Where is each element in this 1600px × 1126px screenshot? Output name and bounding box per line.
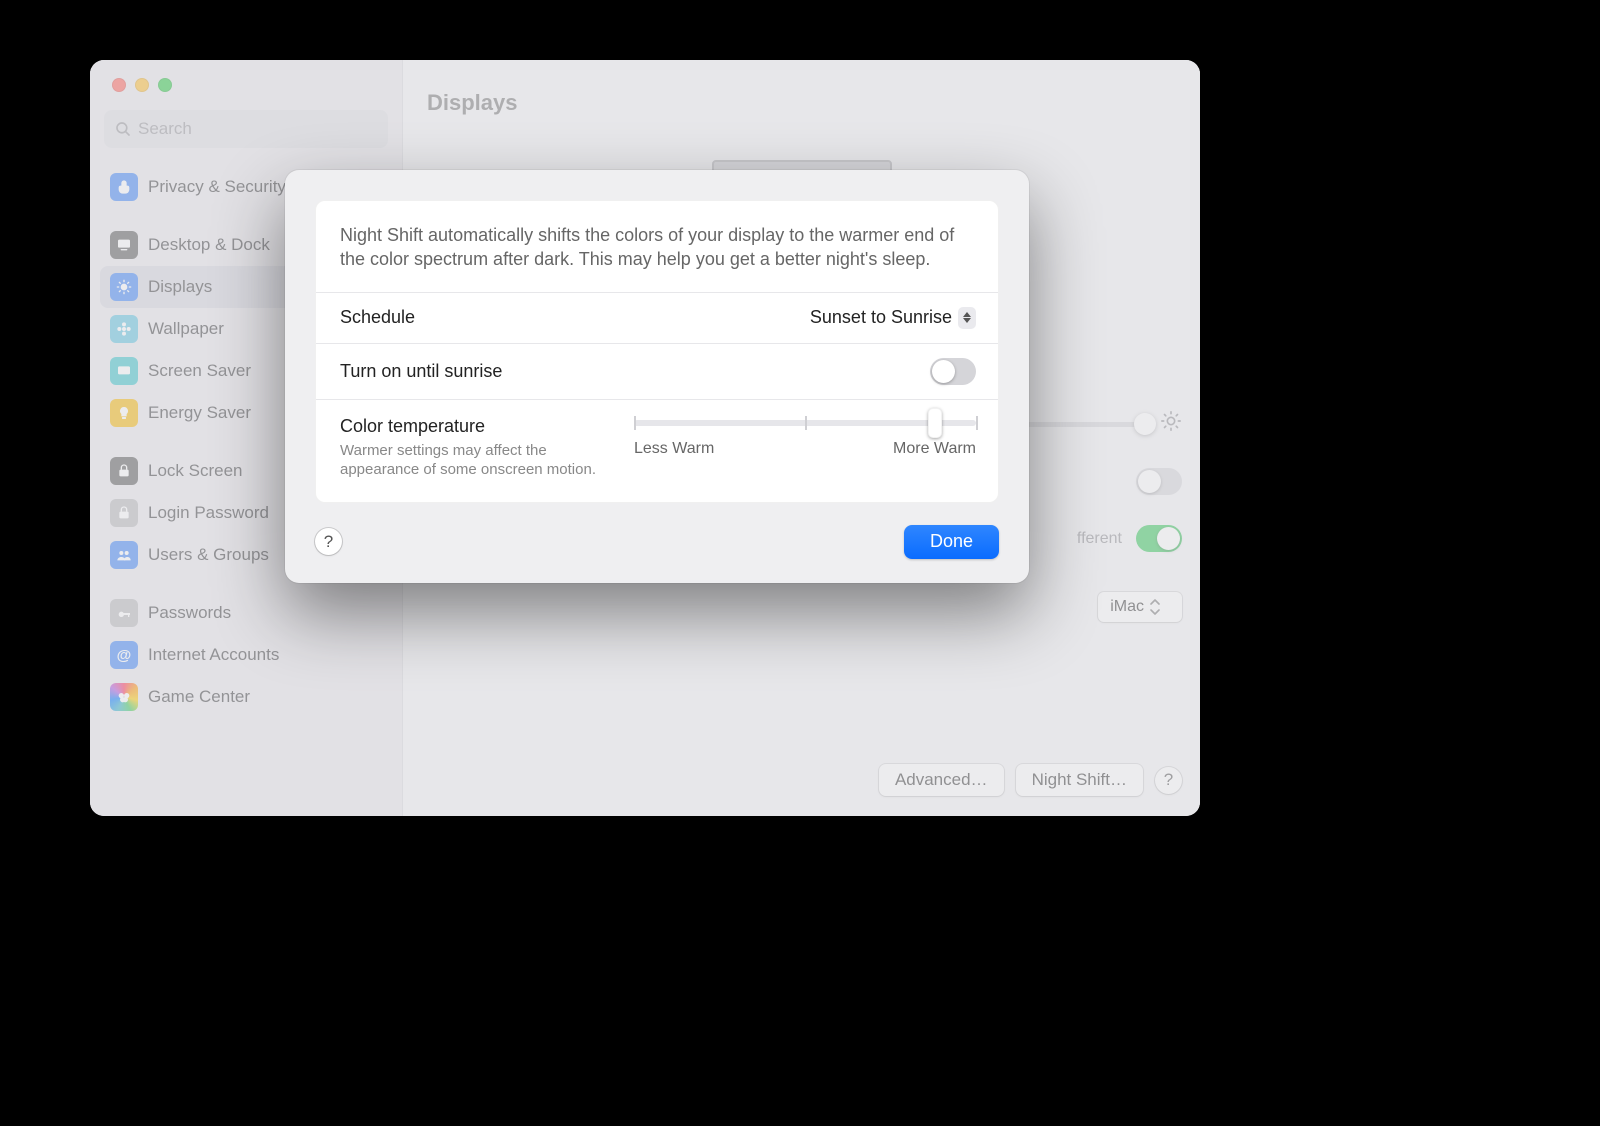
sidebar-item-label: Passwords [148,603,231,623]
sidebar-item-label: Game Center [148,687,250,707]
true-tone-toggle[interactable] [1136,525,1182,552]
sidebar-item-label: Users & Groups [148,545,269,565]
help-button[interactable]: ? [315,528,342,555]
sidebar-item-internet-accounts[interactable]: @ Internet Accounts [100,634,392,676]
schedule-value: Sunset to Sunrise [810,307,952,328]
sidebar-item-label: Login Password [148,503,269,523]
color-temperature-row: Color temperature Warmer settings may af… [316,400,998,502]
sidebar-item-label: Energy Saver [148,403,251,423]
brightness-icon [1160,410,1182,438]
schedule-label: Schedule [340,307,415,328]
schedule-row: Schedule Sunset to Sunrise [316,293,998,344]
manual-row: Turn on until sunrise [316,344,998,400]
sidebar-item-game-center[interactable]: Game Center [100,676,392,718]
sidebar-item-label: Displays [148,277,212,297]
at-icon: @ [110,641,138,669]
help-icon: ? [1164,770,1173,790]
close-icon[interactable] [112,78,126,92]
minimize-icon[interactable] [135,78,149,92]
screensaver-icon [110,357,138,385]
bulb-icon [110,399,138,427]
manual-toggle[interactable] [930,358,976,385]
slider-knob[interactable] [1134,413,1156,435]
advanced-button[interactable]: Advanced… [879,764,1004,796]
sheet-footer: ? Done [285,525,1029,583]
temp-sublabel: Warmer settings may affect the appearanc… [340,441,610,480]
temp-min-label: Less Warm [634,440,714,458]
temp-slider[interactable] [634,420,976,426]
sidebar-item-label: Lock Screen [148,461,243,481]
sheet-body: Night Shift automatically shifts the col… [315,200,999,503]
footer-buttons: Advanced… Night Shift… ? [879,764,1182,796]
temp-label-block: Color temperature Warmer settings may af… [340,416,610,480]
sidebar-item-label: Wallpaper [148,319,224,339]
window-controls [90,78,402,92]
chevron-updown-icon [958,307,976,329]
flower-icon [110,315,138,343]
lock-icon [110,499,138,527]
sun-icon [110,273,138,301]
gc-icon [110,683,138,711]
night-shift-button[interactable]: Night Shift… [1016,764,1143,796]
button-label: Advanced… [895,770,988,790]
help-icon: ? [324,532,333,552]
help-button[interactable]: ? [1155,767,1182,794]
popup-value: iMac [1110,598,1144,616]
temp-max-label: More Warm [893,440,976,458]
search-icon [114,120,132,138]
search-input[interactable]: Search [104,110,388,148]
hand-icon [110,173,138,201]
desktop-icon [110,231,138,259]
zoom-icon[interactable] [158,78,172,92]
sidebar-item-passwords[interactable]: Passwords [100,592,392,634]
key-icon [110,599,138,627]
night-shift-sheet: Night Shift automatically shifts the col… [285,170,1029,583]
lock-icon [110,457,138,485]
slider-knob[interactable] [928,408,942,438]
play-sound-popup[interactable]: iMac [1098,592,1182,622]
temp-label: Color temperature [340,416,610,437]
schedule-popup[interactable]: Sunset to Sunrise [810,307,976,329]
chevron-updown-icon [1150,599,1160,615]
manual-label: Turn on until sunrise [340,361,502,382]
different-label-fragment: fferent [1077,530,1122,548]
page-title: Displays [403,60,1200,130]
sidebar-item-label: Desktop & Dock [148,235,270,255]
temp-slider-block: Less Warm More Warm [634,416,976,480]
auto-brightness-toggle[interactable] [1136,468,1182,495]
sidebar-item-label: Privacy & Security [148,177,286,197]
temp-slider-labels: Less Warm More Warm [634,440,976,458]
sidebar-item-label: Internet Accounts [148,645,279,665]
sidebar-item-label: Screen Saver [148,361,251,381]
users-icon [110,541,138,569]
search-placeholder: Search [138,119,192,139]
done-button[interactable]: Done [904,525,999,559]
button-label: Night Shift… [1032,770,1127,790]
sheet-description: Night Shift automatically shifts the col… [316,201,998,293]
button-label: Done [930,531,973,552]
